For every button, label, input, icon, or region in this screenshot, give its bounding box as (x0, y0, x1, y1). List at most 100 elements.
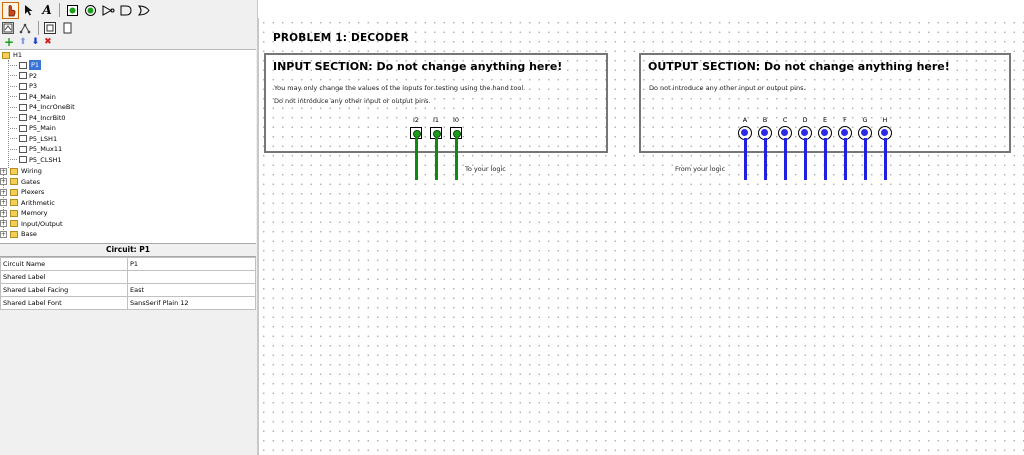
property-value-shared-label[interactable] (127, 270, 256, 284)
add-circuit-button[interactable]: + (4, 36, 14, 48)
tree-item-p1[interactable]: P1 (10, 60, 42, 70)
toolbar-separator (38, 21, 39, 35)
property-key: Shared Label Facing (0, 283, 128, 297)
expand-icon[interactable]: + (0, 188, 7, 196)
input-pin-icon[interactable] (64, 2, 80, 18)
tree-item-p4-incronebit[interactable]: P4_IncrOneBit (10, 102, 75, 112)
pin-label-e: E (822, 116, 828, 124)
folder-icon (10, 220, 18, 227)
wire-c[interactable] (784, 138, 787, 180)
property-value-circuit-name[interactable]: P1 (127, 257, 256, 271)
pin-label-i2: I2 (412, 116, 420, 124)
tree-item-p5-clsh1[interactable]: P5_CLSH1 (10, 155, 62, 165)
tree-item-p4-incrbit0[interactable]: P4_IncrBit0 (10, 113, 66, 123)
from-logic-note: From your logic (675, 165, 726, 173)
tree-library-gates[interactable]: + Gates (0, 177, 40, 187)
property-key: Shared Label (0, 270, 128, 284)
pin-label-a: A (742, 116, 748, 124)
tree-item-label: P5_Mux11 (29, 145, 63, 153)
circuit-canvas[interactable]: PROBLEM 1: DECODER INPUT SECTION: Do not… (258, 18, 1024, 455)
wire-i1[interactable] (435, 137, 438, 180)
circuit-icon (19, 93, 27, 100)
folder-icon (10, 178, 18, 185)
toolbox-view-icon[interactable] (2, 22, 14, 34)
pin-label-c: C (782, 116, 788, 124)
property-value-label-facing[interactable]: East (127, 283, 256, 297)
tree-library-plexers[interactable]: + Plexers (0, 187, 44, 197)
explorer-tree: H1 P1 P2 P3 P4_Main P4_IncrOneBit P4_Inc… (0, 49, 256, 243)
pin-label-d: D (802, 116, 808, 124)
circuit-icon (19, 156, 27, 163)
text-tool-glyph: A (42, 3, 52, 17)
wire-i2[interactable] (415, 137, 418, 180)
folder-icon (10, 188, 18, 196)
properties-table: Circuit Name P1 Shared Label Shared Labe… (0, 257, 256, 310)
output-section-heading: OUTPUT SECTION: Do not change anything h… (648, 60, 950, 73)
expand-icon[interactable]: + (0, 230, 7, 238)
expand-icon[interactable]: + (0, 199, 7, 206)
to-logic-note: To your logic (465, 165, 506, 173)
wire-f[interactable] (844, 138, 847, 180)
pin-label-f: F (843, 116, 847, 124)
wire-b[interactable] (764, 138, 767, 180)
and-gate-icon[interactable] (118, 2, 134, 18)
not-gate-icon[interactable] (100, 2, 116, 18)
tree-library-label: Gates (21, 177, 40, 186)
wire-d[interactable] (804, 138, 807, 180)
move-up-button[interactable]: ⬆ (19, 36, 27, 48)
output-pin-icon[interactable] (82, 2, 98, 18)
property-key: Shared Label Font (0, 296, 128, 310)
tree-item-p4-main[interactable]: P4_Main (10, 92, 56, 102)
tree-library-arithmetic[interactable]: + Arithmetic (0, 198, 55, 208)
tree-library-memory[interactable]: + Memory (0, 208, 47, 218)
edit-appearance-icon[interactable] (59, 20, 75, 36)
property-row: Shared Label Font SansSerif Plain 12 (0, 296, 256, 310)
circuit-icon (19, 124, 27, 132)
select-tool-icon[interactable] (21, 2, 37, 18)
folder-icon (10, 167, 18, 175)
tree-item-p3[interactable]: P3 (10, 81, 37, 91)
wire-h[interactable] (884, 138, 887, 180)
circuit-toolbar: + ⬆ ⬇ ✖ (0, 36, 52, 48)
wire-a[interactable] (744, 138, 747, 180)
expand-icon[interactable]: + (0, 220, 7, 227)
move-down-button[interactable]: ⬇ (32, 36, 40, 48)
delete-circuit-button[interactable]: ✖ (44, 36, 52, 48)
tree-root[interactable]: H1 (2, 50, 22, 60)
tree-root-label: H1 (13, 51, 23, 59)
text-tool-icon[interactable]: A (39, 2, 55, 18)
expand-icon[interactable]: + (0, 209, 7, 217)
wire-e[interactable] (824, 138, 827, 180)
canvas-title: PROBLEM 1: DECODER (273, 32, 409, 44)
property-value-label-font[interactable]: SansSerif Plain 12 (127, 296, 256, 310)
tree-guide-line (8, 60, 9, 168)
simulation-tree-icon[interactable] (17, 20, 33, 36)
folder-icon (2, 51, 10, 59)
tree-item-label: P5_LSH1 (29, 134, 58, 143)
circuit-icon (19, 103, 27, 111)
tree-item-label: P4_IncrBit0 (29, 113, 66, 122)
output-section-text-1: Do not introduce any other input or outp… (649, 84, 806, 92)
tree-library-base[interactable]: + Base (0, 229, 37, 239)
edit-layout-icon[interactable] (44, 22, 56, 34)
or-gate-icon[interactable] (136, 2, 152, 18)
tree-connector (10, 75, 17, 76)
tree-connector (10, 127, 17, 129)
tree-item-p5-lsh1[interactable]: P5_LSH1 (10, 134, 57, 144)
pin-label-g: G (862, 116, 868, 124)
tool-toolbar: A (0, 0, 259, 20)
tree-item-p2[interactable]: P2 (10, 71, 37, 81)
tree-library-wiring[interactable]: + Wiring (0, 166, 42, 176)
poke-tool-icon[interactable] (2, 1, 19, 19)
tree-item-p5-mux11[interactable]: P5_Mux11 (10, 144, 62, 154)
wire-i0[interactable] (455, 137, 458, 180)
folder-icon (10, 230, 18, 238)
property-key: Circuit Name (0, 257, 128, 271)
expand-icon[interactable]: + (0, 178, 7, 185)
property-row: Shared Label Facing East (0, 283, 256, 297)
tree-library-input-output[interactable]: + Input/Output (0, 219, 63, 229)
expand-icon[interactable]: + (0, 167, 7, 175)
wire-g[interactable] (864, 138, 867, 180)
tree-item-p5-main[interactable]: P5_Main (10, 123, 56, 133)
tree-item-label: P5_Main (29, 124, 56, 132)
